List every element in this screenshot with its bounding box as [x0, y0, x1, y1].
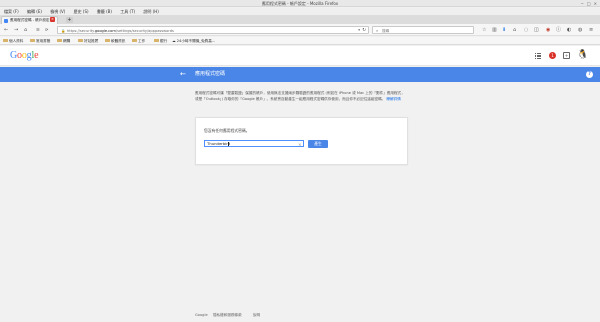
library-icon[interactable]: ▥	[492, 27, 497, 33]
page-content: Google 1 + 🐧 ← 應用程式密碼 ? 應用程式密碼可讓「雙重驗證」保護…	[0, 46, 600, 322]
folder-icon	[3, 38, 8, 42]
pocket-icon[interactable]: ◌	[524, 27, 528, 33]
back-icon[interactable]: ←	[4, 27, 8, 33]
menu-file[interactable]: 檔案 (F)	[4, 8, 19, 15]
folder-icon	[154, 38, 159, 42]
new-tab-button[interactable]: +	[66, 17, 73, 23]
hamburger-menu-icon[interactable]: ≡	[589, 27, 593, 33]
bookmarks-toolbar: 個人資料 常用書籤 網購 好站推薦 軟體資訊 工作 銀行 ☁ 24小時不關機_免…	[0, 37, 600, 45]
user-icon[interactable]: ◍	[578, 27, 582, 33]
url-text: https://security.google.com/settings/sec…	[67, 28, 174, 33]
generate-button[interactable]: 產生	[308, 140, 328, 148]
avatar[interactable]: 🐧	[577, 49, 588, 61]
extension-icon[interactable]: ⓘ	[556, 27, 561, 33]
url-bar[interactable]: 🔒 https://security.google.com/settings/s…	[57, 26, 369, 34]
folder-icon	[57, 38, 62, 42]
home-icon[interactable]: ⌂	[24, 27, 27, 33]
tab-bar: 應用程式密碼 - 帳戶設定 × +	[0, 15, 600, 24]
bookmark-folder-item[interactable]: 軟體資訊	[105, 38, 125, 44]
no-passwords-message: 您沒有任何應用程式密碼。	[204, 128, 250, 133]
url-dropdown-icon[interactable]: ▾	[358, 28, 360, 32]
forward-icon[interactable]: →	[14, 27, 18, 33]
download-history-icon[interactable]: ⟳	[45, 27, 48, 33]
folder-icon	[132, 38, 137, 42]
search-icon: ⌕	[376, 28, 379, 33]
footer: Google 隱私權和服務條款 說明	[0, 313, 600, 321]
bookmark-folder-item[interactable]: 網購	[57, 38, 70, 44]
text-caret	[228, 142, 229, 146]
clear-input-icon[interactable]: ×	[298, 142, 301, 147]
folder-icon	[30, 38, 35, 42]
google-header: Google 1 + 🐧	[0, 46, 600, 66]
footer-privacy-link[interactable]: 隱私權和服務條款	[213, 313, 242, 318]
window-controls: − □ ×	[581, 1, 598, 6]
search-input[interactable]: ⌕ 搜尋	[372, 26, 474, 34]
minimize-icon[interactable]: −	[581, 1, 584, 6]
addon-icon[interactable]: ◉	[546, 27, 550, 33]
folder-icon	[78, 38, 83, 42]
home-toolbar-icon[interactable]: ⌂	[513, 27, 516, 33]
page-header-bar: ← 應用程式密碼 ?	[0, 67, 600, 82]
tab-label: 應用程式密碼 - 帳戶設定	[10, 18, 50, 22]
google-logo[interactable]: Google	[10, 50, 39, 61]
menu-bookmarks[interactable]: 書籤 (B)	[97, 8, 112, 15]
footer-help-link[interactable]: 說明	[253, 313, 260, 318]
menu-history[interactable]: 歷史 (S)	[74, 8, 89, 15]
menu-tools[interactable]: 工具 (T)	[120, 8, 135, 15]
notifications-icon[interactable]: 1	[549, 51, 556, 59]
app-password-card: 您沒有任何應用程式密碼。 Thunderbird × 產生	[195, 117, 408, 165]
help-icon[interactable]: ?	[586, 70, 593, 78]
close-window-icon[interactable]: ×	[594, 1, 597, 6]
page-description: 應用程式密碼可讓「雙重驗證」保護的帳戶，使用無法支援兩步驟驗證的應用程式 (例如…	[195, 91, 405, 101]
app-name-value: Thunderbird	[207, 141, 231, 146]
bookmark-folder-item[interactable]: 常用書籤	[30, 38, 50, 44]
learn-more-link[interactable]: 瞭解詳情	[386, 97, 400, 101]
menu-help[interactable]: 說明 (H)	[143, 8, 158, 15]
bookmark-folder-item[interactable]: 個人資料	[3, 38, 23, 44]
back-arrow-icon[interactable]: ←	[180, 70, 186, 79]
bookmark-star-icon[interactable]: ☆	[482, 27, 486, 33]
window-titlebar: 應用程式密碼 - 帳戶設定 - Mozilla Firefox − □ ×	[0, 0, 600, 7]
lock-icon: 🔒	[61, 28, 66, 33]
bookmark-menu-icon[interactable]: ☰	[36, 27, 40, 33]
maximize-icon[interactable]: □	[587, 1, 591, 6]
reload-icon[interactable]: ↻	[362, 28, 366, 33]
google-apps-icon[interactable]	[535, 53, 541, 59]
menu-view[interactable]: 檢視 (V)	[50, 8, 65, 15]
screenshot-icon[interactable]: ◫	[534, 27, 539, 33]
download-icon[interactable]: ⬇	[502, 27, 506, 33]
search-placeholder: 搜尋	[382, 28, 390, 33]
menu-bar: 檔案 (F) 編輯 (E) 檢視 (V) 歷史 (S) 書籤 (B) 工具 (T…	[0, 8, 600, 15]
tab-app-passwords[interactable]: 應用程式密碼 - 帳戶設定 ×	[1, 16, 58, 24]
page-title: 應用程式密碼	[195, 71, 226, 77]
bookmark-folder-item[interactable]: 銀行	[154, 38, 167, 44]
tab-close-icon[interactable]: ×	[50, 17, 55, 22]
google-favicon-icon	[4, 18, 8, 23]
app-name-input[interactable]: Thunderbird ×	[204, 140, 304, 147]
bookmark-folder-item[interactable]: 好站推薦	[78, 38, 98, 44]
sync-icon[interactable]: ◐	[567, 27, 571, 33]
menu-edit[interactable]: 編輯 (E)	[27, 8, 42, 15]
bookmark-folder-item[interactable]: 工作	[132, 38, 145, 44]
bookmark-site-item[interactable]: ☁ 24小時不關機_免費高...	[172, 39, 215, 44]
navigation-toolbar: ← → ⌂ ☰ ⟳ 🔒 https://security.google.com/…	[0, 24, 600, 36]
folder-icon	[105, 38, 110, 42]
window-title: 應用程式密碼 - 帳戶設定 - Mozilla Firefox	[261, 1, 339, 6]
footer-google-link[interactable]: Google	[195, 313, 208, 317]
share-icon[interactable]: +	[563, 51, 570, 59]
